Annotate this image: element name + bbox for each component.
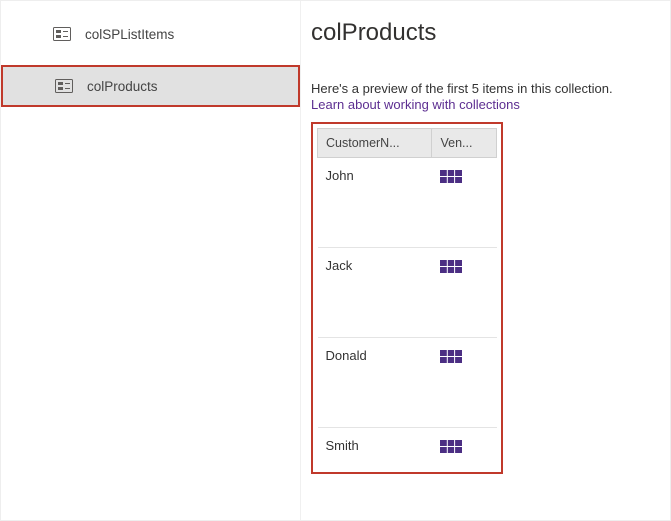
cell-customer: Donald [318, 338, 432, 428]
main-content: colProducts Here's a preview of the firs… [301, 1, 670, 520]
table-icon [440, 170, 462, 183]
cell-customer: Smith [318, 428, 432, 468]
table-row[interactable]: Smith [318, 428, 497, 468]
table-row[interactable]: Donald [318, 338, 497, 428]
table-icon [440, 440, 462, 453]
table-icon [440, 260, 462, 273]
table-icon [440, 350, 462, 363]
sidebar: colSPListItems colProducts [1, 1, 301, 520]
sidebar-item-colsplistitems[interactable]: colSPListItems [1, 13, 300, 55]
cell-vendor[interactable] [432, 158, 497, 248]
cell-customer: Jack [318, 248, 432, 338]
column-header-customer[interactable]: CustomerN... [318, 129, 432, 158]
collection-icon [53, 27, 71, 41]
page-title: colProducts [311, 19, 652, 47]
table-row[interactable]: Jack [318, 248, 497, 338]
preview-table-highlight: CustomerN... Ven... John Jack [311, 122, 503, 474]
collection-icon [55, 79, 73, 93]
cell-vendor[interactable] [432, 338, 497, 428]
learn-link[interactable]: Learn about working with collections [311, 97, 520, 112]
sidebar-item-label: colProducts [87, 79, 158, 94]
preview-subtitle: Here's a preview of the first 5 items in… [311, 81, 652, 96]
cell-customer: John [318, 158, 432, 248]
table-row[interactable]: John [318, 158, 497, 248]
sidebar-item-label: colSPListItems [85, 27, 174, 42]
preview-table: CustomerN... Ven... John Jack [317, 128, 497, 468]
cell-vendor[interactable] [432, 428, 497, 468]
sidebar-item-colproducts[interactable]: colProducts [1, 65, 300, 107]
column-header-vendor[interactable]: Ven... [432, 129, 497, 158]
cell-vendor[interactable] [432, 248, 497, 338]
